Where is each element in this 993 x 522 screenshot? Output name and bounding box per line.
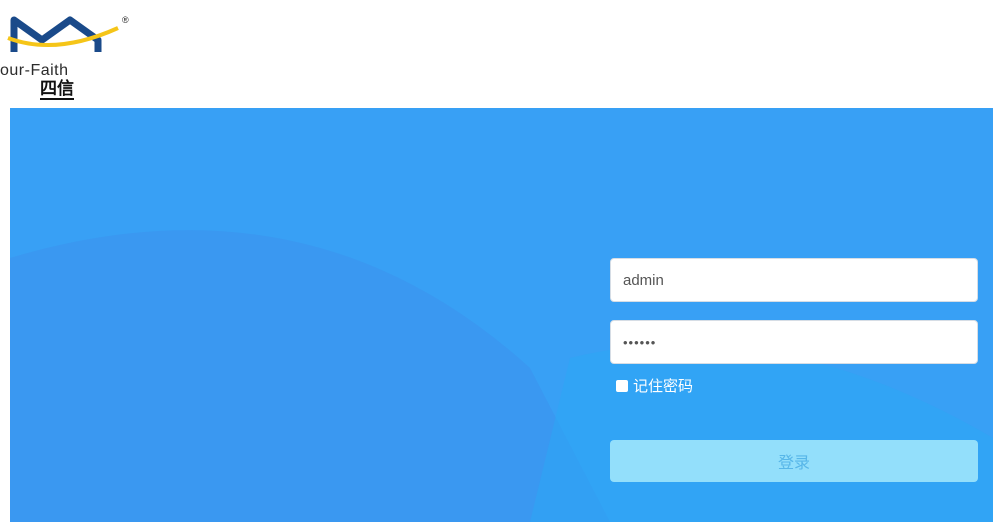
remember-checkbox[interactable] [616,379,628,392]
username-input[interactable] [610,258,978,302]
remember-password[interactable]: 记住密码 [616,375,693,396]
login-button[interactable]: 登录 [610,440,978,482]
page-header: ® our-Faith 四信 [0,0,993,108]
logo-mark-icon [7,16,119,52]
password-input[interactable] [610,320,978,364]
logo-brand-cn: 四信 [40,79,74,100]
registered-mark: ® [122,15,129,25]
remember-label: 记住密码 [633,378,694,395]
logo-brand-text: our-Faith [0,62,69,79]
four-faith-logo: ® our-Faith 四信 [0,8,140,108]
login-banner: 记住密码 登录 [10,108,993,522]
